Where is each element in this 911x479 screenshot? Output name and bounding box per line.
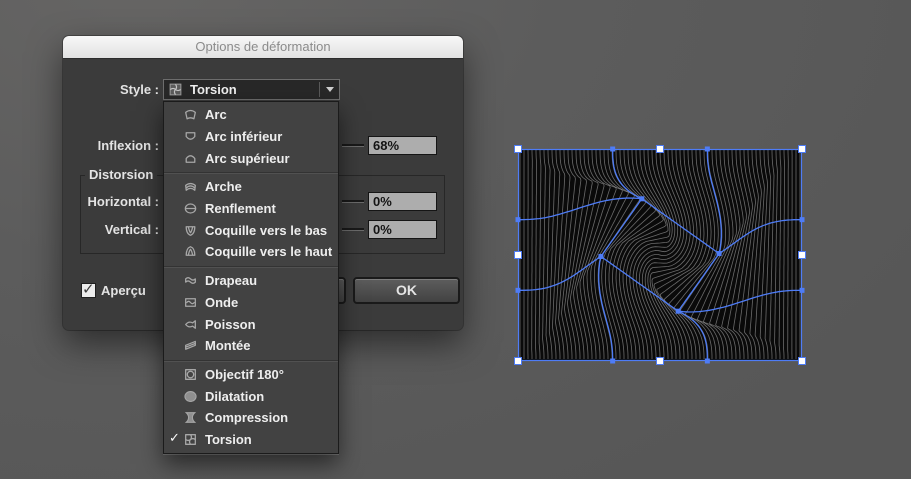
menu-item-arc-inferieur[interactable]: Arc inférieur: [164, 126, 338, 148]
menu-item-onde[interactable]: Onde: [164, 292, 338, 314]
menu-item-poisson[interactable]: Poisson: [164, 313, 338, 335]
menu-item-arc-superieur[interactable]: Arc supérieur: [164, 147, 338, 169]
horizontal-slider[interactable]: [342, 200, 364, 202]
shell-upper-icon: [183, 244, 198, 259]
menu-separator: [164, 357, 338, 364]
arc-upper-icon: [183, 151, 198, 166]
menu-item-arc[interactable]: Arc: [164, 104, 338, 126]
wave-icon: [183, 295, 198, 310]
arc-icon: [183, 107, 198, 122]
horizontal-input[interactable]: [368, 192, 437, 211]
menu-item-drapeau[interactable]: Drapeau: [164, 270, 338, 292]
menu-item-coquille-bas[interactable]: Coquille vers le bas: [164, 219, 338, 241]
ok-button[interactable]: OK: [353, 277, 460, 304]
menu-item-arche[interactable]: Arche: [164, 176, 338, 198]
fish-icon: [183, 317, 198, 332]
style-dropdown[interactable]: Torsion: [163, 79, 340, 100]
style-dropdown-menu: Arc Arc inférieur Arc supérieur Arche Re…: [163, 101, 339, 454]
horizontal-label: Horizontal :: [83, 194, 159, 209]
vertical-input[interactable]: [368, 220, 437, 239]
inflexion-slider[interactable]: [342, 144, 364, 146]
menu-separator: [164, 169, 338, 176]
menu-item-torsion[interactable]: ✓ Torsion: [164, 429, 338, 451]
arch-icon: [183, 179, 198, 194]
squeeze-icon: [183, 410, 198, 425]
rise-icon: [183, 338, 198, 353]
menu-item-coquille-haut[interactable]: Coquille vers le haut: [164, 241, 338, 263]
vertical-slider[interactable]: [342, 228, 364, 230]
distorsion-label: Distorsion: [85, 167, 157, 182]
arc-lower-icon: [183, 129, 198, 144]
dialog-title: Options de déformation: [63, 36, 463, 59]
fisheye-icon: [183, 367, 198, 382]
menu-item-dilatation[interactable]: Dilatation: [164, 385, 338, 407]
inflate-icon: [183, 389, 198, 404]
shell-lower-icon: [183, 223, 198, 238]
artwork-selection[interactable]: [518, 149, 802, 361]
vertical-label: Vertical :: [83, 222, 159, 237]
preview-label: Aperçu: [101, 283, 146, 298]
inflexion-label: Inflexion :: [83, 138, 159, 153]
menu-item-objectif-180[interactable]: Objectif 180°: [164, 364, 338, 386]
inflexion-input[interactable]: [368, 136, 437, 155]
menu-item-compression[interactable]: Compression: [164, 407, 338, 429]
flag-icon: [183, 273, 198, 288]
twist-icon: [168, 82, 183, 97]
checkmark-icon: ✓: [169, 430, 181, 446]
menu-item-renflement[interactable]: Renflement: [164, 198, 338, 220]
menu-separator: [164, 263, 338, 270]
twist-icon: [183, 432, 198, 447]
chevron-down-icon[interactable]: [320, 80, 339, 99]
menu-item-montee[interactable]: Montée: [164, 335, 338, 357]
bulge-icon: [183, 201, 198, 216]
application-canvas: Options de déformation Style : Torsion I…: [0, 0, 911, 479]
style-value: Torsion: [190, 82, 319, 97]
style-label: Style :: [91, 82, 159, 97]
preview-checkbox[interactable]: [81, 283, 96, 298]
